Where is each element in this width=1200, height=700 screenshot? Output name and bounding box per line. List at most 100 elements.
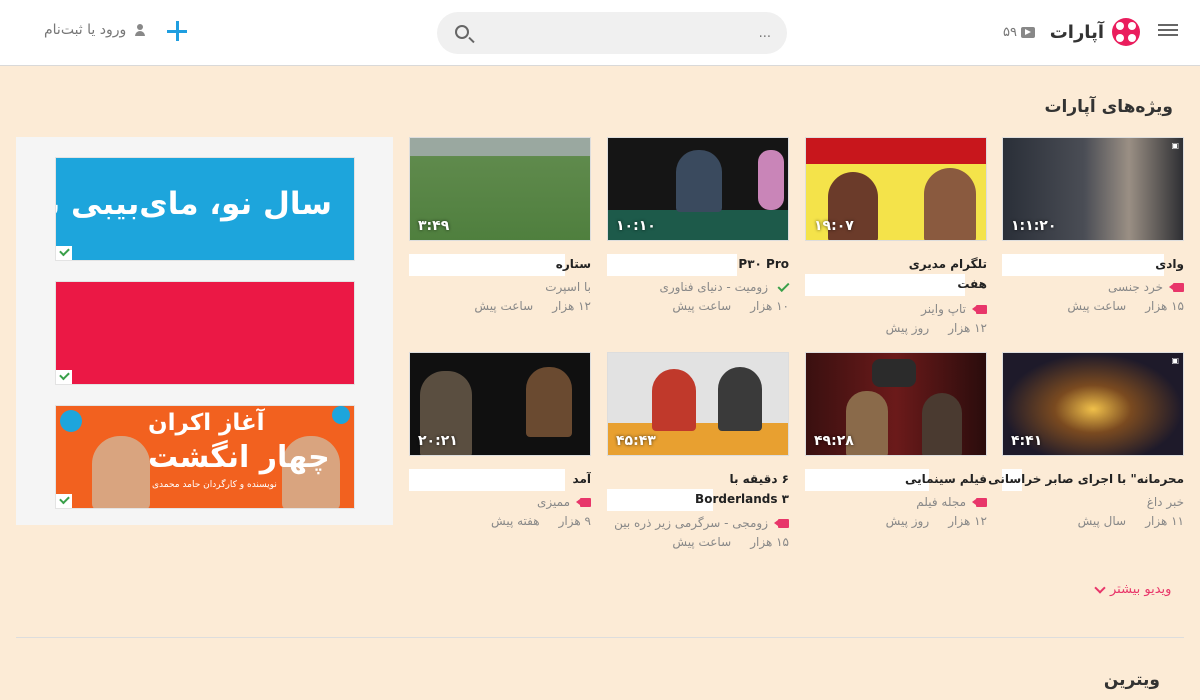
video-title[interactable]: ۶ دقیقه با bbox=[607, 469, 789, 489]
watermark-icon: ▣ bbox=[1171, 141, 1179, 150]
video-title-text: هفت bbox=[957, 277, 987, 291]
video-thumbnail[interactable]: ۳:۴۹ bbox=[409, 137, 591, 241]
channel-link[interactable]: ممیزی bbox=[537, 495, 591, 509]
video-meta: ۱۱ هزار سال پیش bbox=[1078, 514, 1184, 528]
camera-icon bbox=[972, 304, 987, 314]
camera-icon bbox=[972, 497, 987, 507]
video-title-text: ستاره bbox=[555, 257, 591, 271]
view-count: ۱۱ هزار bbox=[1145, 514, 1184, 528]
video-title[interactable]: محرمانه" با اجرای صابر خراسانی bbox=[988, 469, 1184, 491]
view-count: ۱۲ هزار bbox=[552, 299, 591, 313]
video-card[interactable]: ▣ ۴:۴۱ محرمانه" با اجرای صابر خراسانی خب… bbox=[988, 352, 1184, 542]
ad-banner-mybaby[interactable]: سال نو، مای‌بیبی نو bbox=[55, 157, 355, 261]
camera-icon bbox=[1169, 282, 1184, 292]
video-duration: ۱۹:۰۷ bbox=[814, 218, 854, 234]
search-input[interactable] bbox=[481, 12, 771, 54]
credits-value: ۵۹ bbox=[1003, 24, 1017, 40]
search-icon[interactable] bbox=[455, 25, 469, 39]
video-meta: ۱۰ هزار ساعت پیش bbox=[672, 299, 789, 313]
video-title[interactable]: P۳۰ Pro bbox=[607, 254, 789, 276]
upload-plus-button[interactable] bbox=[164, 18, 190, 44]
menu-icon[interactable] bbox=[1158, 24, 1178, 40]
title-mask bbox=[409, 469, 565, 491]
thumb-banner bbox=[806, 138, 986, 164]
person-image bbox=[924, 168, 976, 240]
view-count: ۱۵ هزار bbox=[1145, 299, 1184, 313]
title-mask bbox=[1002, 254, 1164, 276]
video-duration: ۱:۱:۲۰ bbox=[1011, 218, 1057, 234]
video-thumbnail[interactable]: ▣ ۱:۱:۲۰ bbox=[1002, 137, 1184, 241]
video-title-text: فیلم سینمایی bbox=[904, 472, 987, 486]
stadium-stands bbox=[410, 138, 590, 156]
video-thumbnail[interactable]: ۱۹:۰۷ bbox=[805, 137, 987, 241]
video-title-line2[interactable]: Borderlands ۳ bbox=[607, 489, 789, 511]
video-title[interactable]: فیلم سینمایی bbox=[805, 469, 987, 491]
more-videos-label: ویدیو بیشتر bbox=[1110, 582, 1172, 597]
actor-face-image bbox=[92, 436, 150, 508]
video-card[interactable]: ۳:۴۹ ستاره با اسپرت ۱۲ هزار ساعت پیش bbox=[409, 137, 591, 327]
video-title-line2[interactable]: هفت bbox=[805, 274, 987, 296]
video-duration: ۲۰:۲۱ bbox=[418, 433, 458, 449]
video-title[interactable]: آمد bbox=[409, 469, 591, 491]
video-thumbnail[interactable]: ▣ ۴:۴۱ bbox=[1002, 352, 1184, 456]
video-duration: ۴:۴۱ bbox=[1011, 433, 1043, 449]
video-credit-icon bbox=[1020, 26, 1035, 38]
show-logo bbox=[872, 359, 916, 387]
video-thumbnail[interactable]: ۲۰:۲۱ bbox=[409, 352, 591, 456]
upload-age: سال پیش bbox=[1077, 514, 1127, 528]
person-image bbox=[652, 369, 696, 431]
person-image bbox=[718, 367, 762, 431]
section-divider bbox=[16, 637, 1184, 638]
channel-link[interactable]: با اسپرت bbox=[545, 280, 591, 294]
view-count: ۱۵ هزار bbox=[750, 535, 789, 549]
ad-logo-icon bbox=[60, 410, 82, 432]
chevron-down-icon bbox=[1094, 581, 1106, 594]
channel-name: مجله فیلم bbox=[916, 495, 966, 509]
channel-link[interactable]: زومجی - سرگرمی زیر ذره بین bbox=[614, 516, 789, 530]
video-thumbnail[interactable]: ۴۵:۴۳ bbox=[607, 352, 789, 456]
video-title[interactable]: تلگرام مدیری bbox=[805, 254, 987, 274]
login-link[interactable]: ورود یا ثبت‌نام bbox=[44, 22, 146, 38]
video-title-text: آمد bbox=[572, 472, 591, 486]
video-title-text: ۶ دقیقه با bbox=[729, 472, 789, 486]
channel-link[interactable]: خبر داغ bbox=[1147, 495, 1184, 509]
video-card[interactable]: ▣ ۱:۱:۲۰ وادی خرد جنسی ۱۵ هزار ساعت پیش bbox=[1002, 137, 1184, 327]
ad-banner-credit: نویسنده و کارگردان حامد محمدی bbox=[152, 480, 277, 490]
channel-name: تاپ واینر bbox=[921, 302, 966, 316]
credits-counter[interactable]: ۵۹ bbox=[1003, 22, 1035, 42]
video-card[interactable]: ۴۹:۲۸ فیلم سینمایی مجله فیلم ۱۲ هزار روز… bbox=[805, 352, 987, 542]
upload-age: روز پیش bbox=[885, 514, 930, 528]
ad-banner-movie[interactable]: آغاز اکران چهار انگشت نویسنده و کارگردان… bbox=[55, 405, 355, 509]
channel-name: ممیزی bbox=[537, 495, 570, 509]
channel-link[interactable]: زومیت - دنیای فناوری bbox=[659, 279, 790, 294]
flower-image bbox=[758, 150, 784, 210]
more-videos-link[interactable]: ویدیو بیشتر bbox=[1094, 581, 1172, 597]
video-card[interactable]: ۲۰:۲۱ آمد ممیزی ۹ هزار هفته پیش bbox=[409, 352, 591, 542]
video-thumbnail[interactable]: ۴۹:۲۸ bbox=[805, 352, 987, 456]
ad-logo-icon bbox=[332, 406, 350, 424]
ad-banner-line1: آغاز اکران bbox=[148, 410, 265, 436]
video-duration: ۱۰:۱۰ bbox=[616, 218, 656, 234]
channel-link[interactable]: خرد جنسی bbox=[1108, 280, 1184, 294]
aparat-logo[interactable]: آپارات bbox=[1050, 18, 1140, 48]
channel-name: زومیت - دنیای فناوری bbox=[659, 280, 768, 294]
video-duration: ۳:۴۹ bbox=[418, 218, 450, 234]
video-card[interactable]: ۴۵:۴۳ ۶ دقیقه با Borderlands ۳ زومجی - س… bbox=[607, 352, 789, 552]
view-count: ۹ هزار bbox=[558, 514, 591, 528]
video-title-text: تلگرام مدیری bbox=[908, 257, 987, 271]
video-card[interactable]: ۱۹:۰۷ تلگرام مدیری هفت تاپ واینر ۱۲ هزار… bbox=[805, 137, 987, 347]
video-thumbnail[interactable]: ۱۰:۱۰ bbox=[607, 137, 789, 241]
channel-link[interactable]: مجله فیلم bbox=[916, 495, 987, 509]
logo-text: آپارات bbox=[1049, 22, 1104, 43]
video-meta: ۱۲ هزار ساعت پیش bbox=[474, 299, 591, 313]
channel-name: با اسپرت bbox=[545, 280, 591, 294]
video-title[interactable]: وادی bbox=[1002, 254, 1184, 276]
view-count: ۱۰ هزار bbox=[750, 299, 789, 313]
login-label: ورود یا ثبت‌نام bbox=[44, 22, 127, 38]
channel-link[interactable]: تاپ واینر bbox=[921, 302, 987, 316]
video-title[interactable]: ستاره bbox=[409, 254, 591, 276]
video-card[interactable]: ۱۰:۱۰ P۳۰ Pro زومیت - دنیای فناوری ۱۰ هز… bbox=[607, 137, 790, 327]
video-title-text: P۳۰ Pro bbox=[738, 257, 789, 271]
ad-banner-red[interactable] bbox=[55, 281, 355, 385]
upload-age: ساعت پیش bbox=[1067, 299, 1127, 313]
